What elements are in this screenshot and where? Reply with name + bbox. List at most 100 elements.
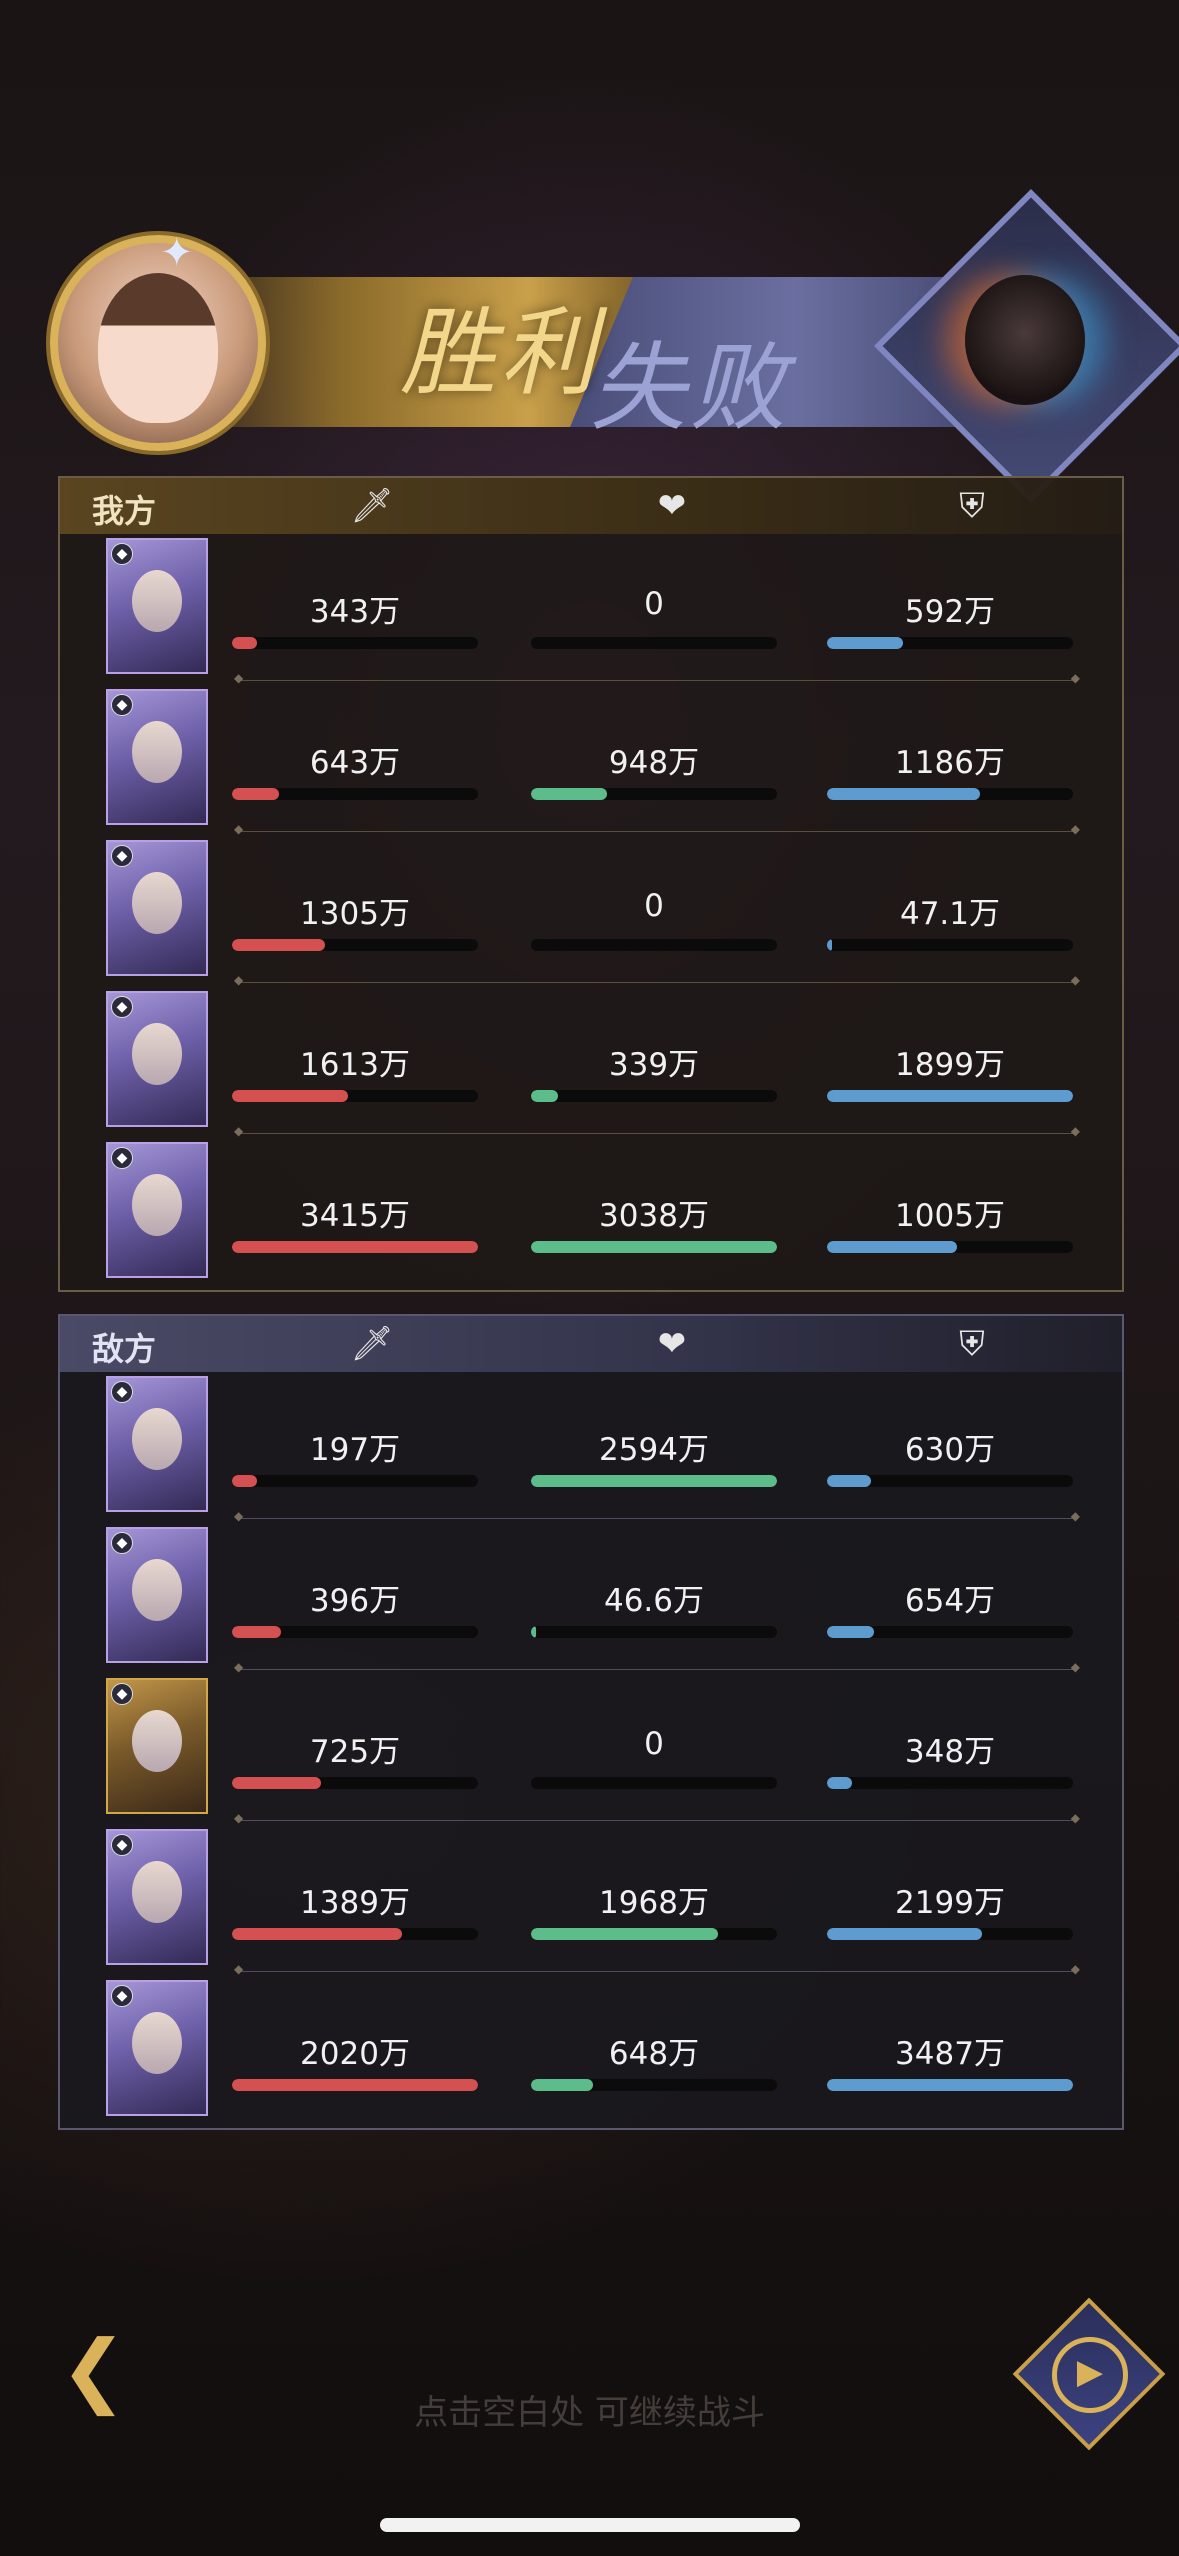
healing-bar-fill [531, 1626, 536, 1638]
damage-taken-bar-fill [827, 2079, 1073, 2091]
damage-taken-bar [827, 939, 1073, 951]
damage-taken-bar-fill [827, 1241, 958, 1253]
shield-icon: ⛨ [959, 1324, 985, 1364]
damage-taken-value: 1005万 [895, 1198, 1005, 1234]
damage-bar [232, 1928, 478, 1940]
damage-value: 396万 [309, 1583, 401, 1619]
damage-bar [232, 788, 478, 800]
ally-hero-row: ◆ 343万 0 592万 [60, 534, 1122, 685]
damage-taken-value: 3487万 [895, 2036, 1005, 2072]
hero-portrait[interactable]: ◆ [106, 1376, 208, 1512]
enemy-hero-row: ◆ 1389万 1968万 2199万 [60, 1825, 1122, 1976]
damage-taken-bar [827, 1475, 1073, 1487]
healing-bar [531, 939, 777, 951]
row-divider [234, 1124, 1080, 1138]
damage-value: 343万 [309, 594, 401, 630]
shield-icon: ⛨ [959, 486, 985, 526]
damage-value: 1613万 [300, 1047, 410, 1083]
hero-class-icon: ◆ [111, 1834, 133, 1856]
healing-bar [531, 2079, 777, 2091]
damage-bar-fill [232, 1928, 402, 1940]
damage-taken-value: 348万 [904, 1734, 996, 1770]
damage-bar [232, 2079, 478, 2091]
healing-bar [531, 1241, 777, 1253]
damage-taken-value: 2199万 [895, 1885, 1005, 1921]
home-indicator[interactable] [380, 2518, 800, 2532]
damage-bar-fill [232, 788, 279, 800]
hero-face [132, 1861, 182, 1923]
ally-hero-row: ◆ 1305万 0 47.1万 [60, 836, 1122, 987]
continue-hint: 点击空白处 可继续战斗 [414, 2393, 765, 2433]
damage-bar [232, 1777, 478, 1789]
heart-icon: ❤ [657, 1324, 687, 1364]
ally-stats-panel: 我方 🗡 ❤ ⛨ ◆ 343万 0 592万 ◆ 643万 948万 1186万 ◆ 1305万 0… [58, 476, 1124, 1292]
row-divider [234, 671, 1080, 685]
ally-hero-row: ◆ 1613万 339万 1899万 [60, 987, 1122, 1138]
healing-bar-fill [531, 788, 608, 800]
hero-face [132, 1408, 182, 1470]
victory-label: 胜利 [400, 297, 600, 409]
ally-hero-row: ◆ 3415万 3038万 1005万 [60, 1138, 1122, 1289]
damage-bar [232, 1626, 478, 1638]
hero-class-icon: ◆ [111, 694, 133, 716]
healing-bar [531, 637, 777, 649]
hero-portrait[interactable]: ◆ [106, 1829, 208, 1965]
damage-taken-bar [827, 1090, 1073, 1102]
damage-taken-bar-fill [827, 1928, 982, 1940]
healing-value: 648万 [608, 2036, 700, 2072]
hero-portrait[interactable]: ◆ [106, 1678, 208, 1814]
damage-taken-bar [827, 1777, 1073, 1789]
damage-taken-bar-fill [827, 1475, 872, 1487]
hero-class-icon: ◆ [111, 1683, 133, 1705]
damage-taken-bar [827, 1626, 1073, 1638]
damage-taken-value: 654万 [904, 1583, 996, 1619]
hero-class-icon: ◆ [111, 1147, 133, 1169]
damage-bar [232, 1090, 478, 1102]
healing-value: 0 [644, 888, 664, 924]
damage-taken-bar [827, 788, 1073, 800]
damage-bar-fill [232, 637, 257, 649]
enemy-player-avatar[interactable] [965, 275, 1085, 405]
hero-portrait[interactable]: ◆ [106, 991, 208, 1127]
hero-face [132, 1559, 182, 1621]
row-divider [234, 1660, 1080, 1674]
healing-value: 0 [644, 586, 664, 622]
row-divider [234, 1509, 1080, 1523]
hero-face [132, 872, 182, 934]
hero-portrait[interactable]: ◆ [106, 1527, 208, 1663]
healing-bar [531, 1777, 777, 1789]
healing-bar-fill [531, 1090, 559, 1102]
hero-class-icon: ◆ [111, 996, 133, 1018]
healing-bar [531, 788, 777, 800]
enemy-hero-row: ◆ 725万 0 348万 [60, 1674, 1122, 1825]
healing-bar [531, 1928, 777, 1940]
hero-face [132, 721, 182, 783]
hero-class-icon: ◆ [111, 1381, 133, 1403]
hero-portrait[interactable]: ◆ [106, 1142, 208, 1278]
damage-taken-value: 630万 [904, 1432, 996, 1468]
damage-taken-bar [827, 1928, 1073, 1940]
healing-value: 1968万 [599, 1885, 709, 1921]
hero-portrait[interactable]: ◆ [106, 840, 208, 976]
damage-bar-fill [232, 1090, 348, 1102]
damage-taken-bar-fill [827, 939, 832, 951]
damage-taken-value: 47.1万 [899, 896, 1001, 932]
sword-icon: 🗡 [350, 1324, 394, 1364]
hero-portrait[interactable]: ◆ [106, 1980, 208, 2116]
result-banner: 胜利 失败 ✦ [30, 189, 1179, 503]
hero-face [132, 1710, 182, 1772]
damage-bar-fill [232, 939, 326, 951]
hero-portrait[interactable]: ◆ [106, 689, 208, 825]
damage-taken-value: 1899万 [895, 1047, 1005, 1083]
ally-player-avatar[interactable] [50, 235, 266, 451]
healing-bar-fill [531, 1475, 777, 1487]
damage-bar [232, 1241, 478, 1253]
damage-taken-bar [827, 2079, 1073, 2091]
row-divider [234, 822, 1080, 836]
enemy-stats-panel: 敌方 🗡 ❤ ⛨ ◆ 197万 2594万 630万 ◆ 396万 46.6万 654万 ◆ 72… [58, 1314, 1124, 2130]
damage-value: 197万 [309, 1432, 401, 1468]
damage-taken-bar-fill [827, 1626, 874, 1638]
hero-portrait[interactable]: ◆ [106, 538, 208, 674]
damage-taken-value: 592万 [904, 594, 996, 630]
damage-taken-bar-fill [827, 637, 904, 649]
